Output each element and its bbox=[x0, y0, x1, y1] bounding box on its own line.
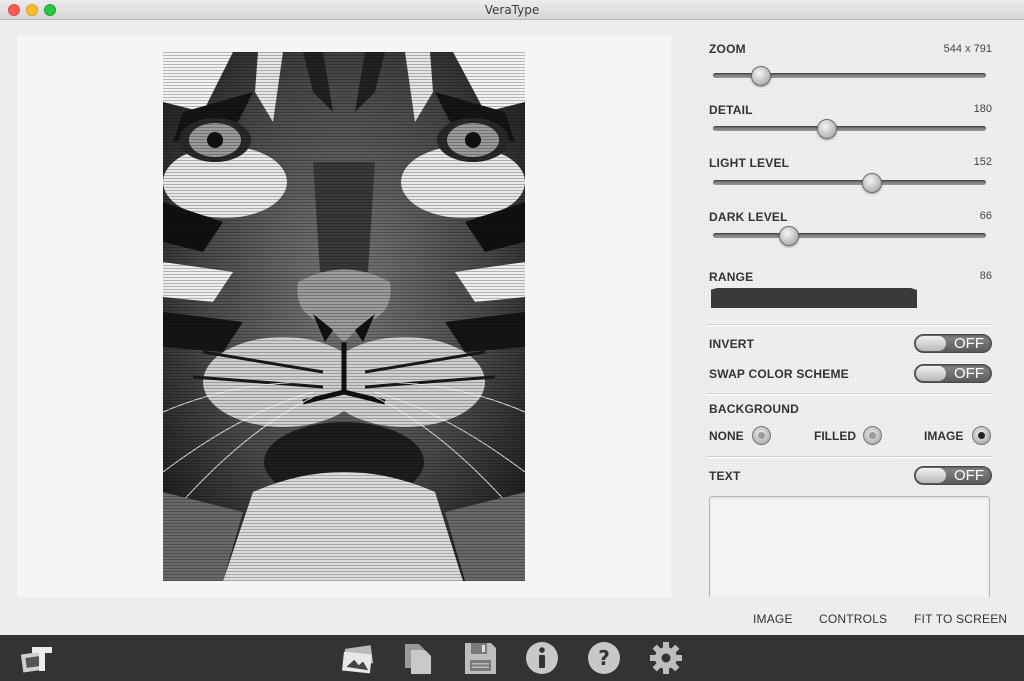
settings-icon[interactable] bbox=[648, 641, 684, 675]
toggle-knob bbox=[916, 468, 946, 483]
toggle-knob bbox=[916, 366, 946, 381]
window-title: VeraType bbox=[484, 3, 540, 17]
radio-dot bbox=[758, 432, 765, 439]
light-level-slider-track[interactable] bbox=[713, 180, 986, 185]
save-icon[interactable] bbox=[462, 641, 498, 675]
invert-toggle-state: OFF bbox=[954, 335, 984, 352]
info-icon[interactable] bbox=[524, 641, 560, 675]
radio-dot bbox=[978, 432, 985, 439]
background-image-radio[interactable] bbox=[972, 426, 991, 445]
zoom-label: ZOOM bbox=[709, 42, 746, 56]
radio-dot bbox=[869, 432, 876, 439]
text-toggle-state: OFF bbox=[954, 467, 984, 484]
preview-image[interactable] bbox=[163, 52, 525, 581]
range-value: 86 bbox=[979, 270, 992, 282]
detail-slider-thumb[interactable] bbox=[816, 119, 837, 139]
title-bar: VeraType bbox=[0, 0, 1024, 20]
text-toggle[interactable]: OFF bbox=[914, 466, 992, 485]
text-input[interactable] bbox=[709, 496, 990, 597]
zoom-slider-thumb[interactable] bbox=[750, 66, 771, 86]
svg-text:?: ? bbox=[598, 646, 610, 670]
invert-label: INVERT bbox=[709, 337, 755, 351]
background-label: BACKGROUND bbox=[709, 402, 799, 416]
background-none-radio[interactable] bbox=[752, 426, 771, 445]
toggle-knob bbox=[916, 336, 946, 351]
image-view-link[interactable]: IMAGE bbox=[753, 612, 793, 626]
divider bbox=[706, 393, 992, 394]
background-image-label: IMAGE bbox=[924, 429, 964, 443]
divider bbox=[706, 324, 992, 325]
detail-label: DETAIL bbox=[709, 103, 753, 117]
range-indicator bbox=[711, 288, 917, 308]
invert-toggle[interactable]: OFF bbox=[914, 334, 992, 353]
app-logo-icon[interactable] bbox=[18, 641, 54, 675]
background-none-label: NONE bbox=[709, 429, 744, 443]
dark-level-slider-thumb[interactable] bbox=[778, 226, 799, 246]
divider bbox=[706, 456, 992, 457]
light-level-label: LIGHT LEVEL bbox=[709, 156, 790, 170]
documents-icon[interactable] bbox=[400, 641, 436, 675]
dark-level-label: DARK LEVEL bbox=[709, 210, 788, 224]
help-icon[interactable]: ? bbox=[586, 641, 622, 675]
range-label: RANGE bbox=[709, 270, 754, 284]
detail-slider-track[interactable] bbox=[713, 126, 986, 131]
background-filled-label: FILLED bbox=[814, 429, 856, 443]
dark-level-value: 66 bbox=[979, 210, 992, 222]
dark-level-slider-track[interactable] bbox=[713, 233, 986, 238]
light-level-value: 152 bbox=[973, 156, 992, 168]
text-label: TEXT bbox=[709, 469, 741, 483]
swap-color-scheme-toggle[interactable]: OFF bbox=[914, 364, 992, 383]
detail-value: 180 bbox=[973, 103, 992, 115]
zoom-value: 544 x 791 bbox=[943, 43, 992, 55]
controls-view-link[interactable]: CONTROLS bbox=[819, 612, 887, 626]
swap-color-scheme-label: SWAP COLOR SCHEME bbox=[709, 367, 849, 381]
background-filled-radio[interactable] bbox=[863, 426, 882, 445]
images-icon[interactable] bbox=[340, 641, 376, 675]
fit-to-screen-link[interactable]: FIT TO SCREEN bbox=[914, 612, 1007, 626]
bottom-toolbar: ? bbox=[0, 635, 1024, 681]
tiger-artwork bbox=[163, 52, 525, 581]
swap-toggle-state: OFF bbox=[954, 365, 984, 382]
